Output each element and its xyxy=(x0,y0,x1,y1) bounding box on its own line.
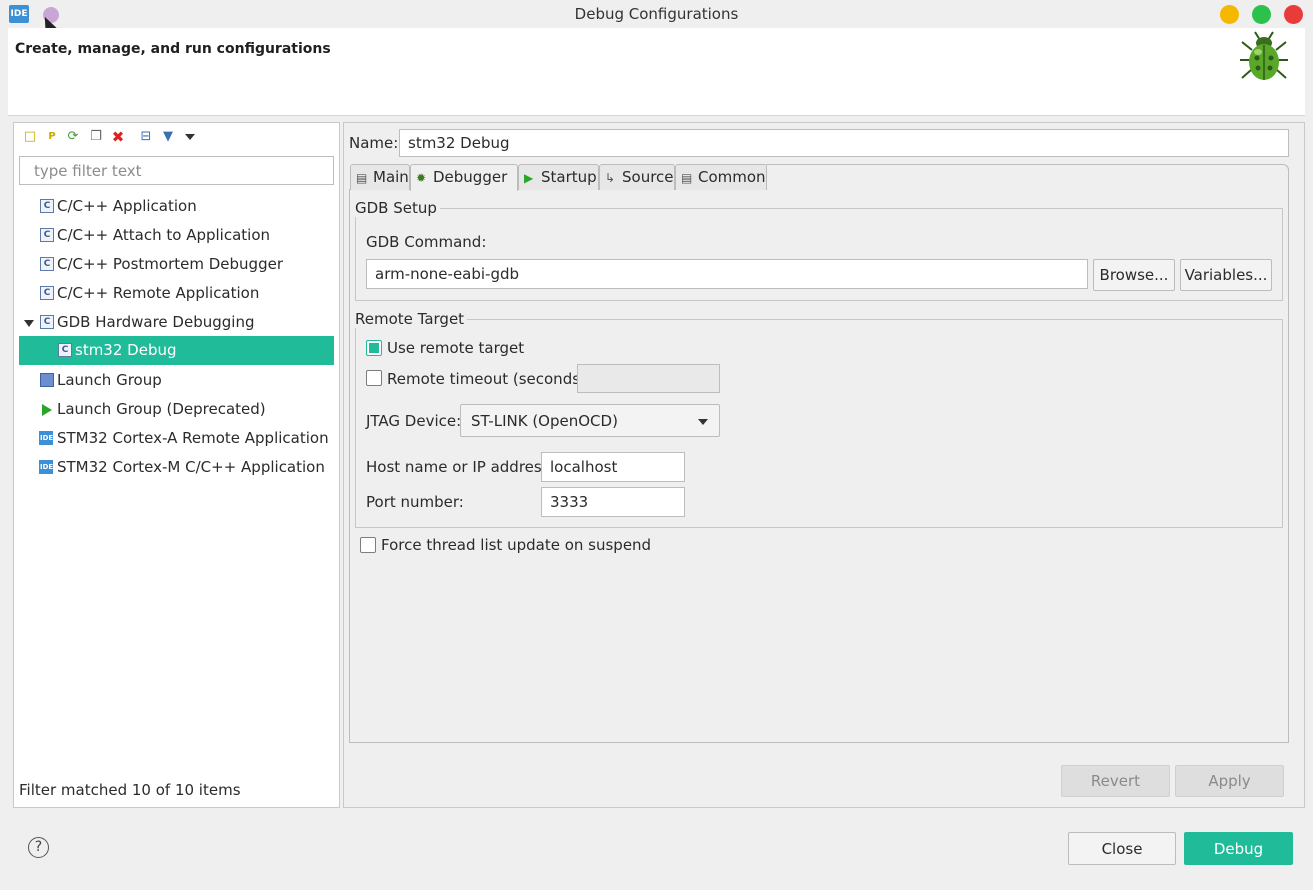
name-input[interactable] xyxy=(399,129,1289,157)
bug-icon xyxy=(1240,31,1288,80)
help-icon[interactable]: ? xyxy=(28,837,49,858)
tree-item-label: Launch Group xyxy=(57,371,162,389)
remote-timeout-input[interactable] xyxy=(577,364,720,393)
main-tab-icon: ▤ xyxy=(356,171,368,185)
tree-item-launch-group-deprecated[interactable]: Launch Group (Deprecated) xyxy=(19,395,334,424)
delete-icon[interactable]: ✖ xyxy=(110,129,126,145)
use-remote-target-label: Use remote target xyxy=(387,339,525,357)
maximize-button[interactable] xyxy=(1252,5,1271,24)
tree-item-label: STM32 Cortex-M C/C++ Application xyxy=(57,458,325,476)
gdb-command-label: GDB Command: xyxy=(366,233,487,251)
window-title: Debug Configurations xyxy=(574,5,739,23)
tab-label: Startup xyxy=(541,168,597,186)
port-number-input[interactable] xyxy=(541,487,685,517)
bug-tab-icon: ✹ xyxy=(416,171,427,185)
tree-item-label: C/C++ Remote Application xyxy=(57,284,260,302)
tree-item-c-cpp-attach[interactable]: C C/C++ Attach to Application xyxy=(19,221,334,250)
c-config-icon: C xyxy=(40,257,54,271)
close-button[interactable]: Close xyxy=(1068,832,1176,865)
tab-label: Source xyxy=(622,168,674,186)
name-label: Name: xyxy=(349,134,399,152)
jtag-device-label: JTAG Device: xyxy=(366,412,462,430)
tree-item-label: C/C++ Application xyxy=(57,197,197,215)
tree-item-c-cpp-postmortem[interactable]: C C/C++ Postmortem Debugger xyxy=(19,250,334,279)
tree-item-label: Launch Group (Deprecated) xyxy=(57,400,266,418)
browse-button[interactable]: Browse... xyxy=(1093,259,1175,291)
tree-item-label: stm32 Debug xyxy=(75,341,177,359)
gdb-setup-title: GDB Setup xyxy=(355,199,440,217)
tab-strip xyxy=(766,164,1289,190)
apply-button[interactable]: Apply xyxy=(1175,765,1284,797)
jtag-device-select[interactable]: ST-LINK (OpenOCD) xyxy=(460,404,720,437)
header-description: Create, manage, and run configurations xyxy=(15,41,331,57)
port-number-label: Port number: xyxy=(366,493,464,511)
tree-item-c-cpp-remote[interactable]: C C/C++ Remote Application xyxy=(19,279,334,308)
tree-item-launch-group[interactable]: Launch Group xyxy=(19,366,334,395)
chevron-down-icon xyxy=(698,419,708,425)
launch-group-icon xyxy=(40,373,54,387)
tab-common[interactable]: ▤ Common xyxy=(675,164,767,190)
tree-item-stm32-cortex-a[interactable]: IDE STM32 Cortex-A Remote Application xyxy=(19,424,334,453)
source-tab-icon: ↳ xyxy=(605,171,616,185)
filter-status-text: Filter matched 10 of 10 items xyxy=(19,781,241,799)
tree-item-label: C/C++ Attach to Application xyxy=(57,226,271,244)
tab-debugger[interactable]: ✹ Debugger xyxy=(410,164,518,191)
export-icon[interactable]: ⟳ xyxy=(65,129,81,145)
tree-item-gdb-hardware-debugging[interactable]: C GDB Hardware Debugging xyxy=(19,308,334,337)
tree-item-c-cpp-application[interactable]: C C/C++ Application xyxy=(19,192,334,221)
tree-item-stm32-debug[interactable]: C stm32 Debug xyxy=(19,336,334,365)
tab-label: Debugger xyxy=(433,168,508,186)
debug-button[interactable]: Debug xyxy=(1184,832,1293,865)
new-prototype-icon[interactable]: P xyxy=(44,129,60,145)
remote-timeout-label: Remote timeout (seconds): xyxy=(387,370,591,388)
variables-button[interactable]: Variables... xyxy=(1180,259,1272,291)
use-remote-target-checkbox[interactable] xyxy=(366,340,382,356)
new-config-icon[interactable]: □ xyxy=(22,129,38,145)
c-config-icon: C xyxy=(40,286,54,300)
minimize-button[interactable] xyxy=(1220,5,1239,24)
tab-source[interactable]: ↳ Source xyxy=(599,164,675,190)
host-name-input[interactable] xyxy=(541,452,685,482)
run-icon xyxy=(42,404,52,416)
collapse-all-icon[interactable]: ⊟ xyxy=(138,129,154,145)
gdb-command-input[interactable] xyxy=(366,259,1088,289)
tab-main[interactable]: ▤ Main xyxy=(350,164,410,190)
ide-icon: IDE xyxy=(39,460,53,474)
duplicate-icon[interactable]: ❐ xyxy=(88,129,104,145)
common-tab-icon: ▤ xyxy=(681,171,693,185)
filter-input[interactable] xyxy=(19,156,334,185)
tree-item-label: STM32 Cortex-A Remote Application xyxy=(57,429,329,447)
c-config-icon: C xyxy=(40,228,54,242)
tree-item-label: C/C++ Postmortem Debugger xyxy=(57,255,283,273)
tree-item-label: GDB Hardware Debugging xyxy=(57,313,255,331)
tab-startup[interactable]: ▶ Startup xyxy=(518,164,599,190)
view-menu-icon[interactable] xyxy=(185,134,195,140)
filter-icon[interactable]: ▼ xyxy=(160,129,176,145)
force-thread-update-label: Force thread list update on suspend xyxy=(381,536,652,554)
revert-button[interactable]: Revert xyxy=(1061,765,1170,797)
chevron-down-icon[interactable] xyxy=(24,320,34,327)
ide-icon: IDE xyxy=(39,431,53,445)
run-icon: ▶ xyxy=(524,171,534,185)
tab-label: Common xyxy=(698,168,766,186)
remote-timeout-checkbox[interactable] xyxy=(366,370,382,386)
host-name-label: Host name or IP address: xyxy=(366,458,555,476)
close-window-button[interactable] xyxy=(1284,5,1303,24)
c-config-icon: C xyxy=(40,199,54,213)
c-config-icon: C xyxy=(40,315,54,329)
jtag-device-value: ST-LINK (OpenOCD) xyxy=(471,412,618,430)
remote-target-title: Remote Target xyxy=(355,310,468,328)
c-config-icon: C xyxy=(58,343,72,357)
tree-item-stm32-cortex-m[interactable]: IDE STM32 Cortex-M C/C++ Application xyxy=(19,453,334,482)
force-thread-update-checkbox[interactable] xyxy=(360,537,376,553)
tab-label: Main xyxy=(373,168,409,186)
